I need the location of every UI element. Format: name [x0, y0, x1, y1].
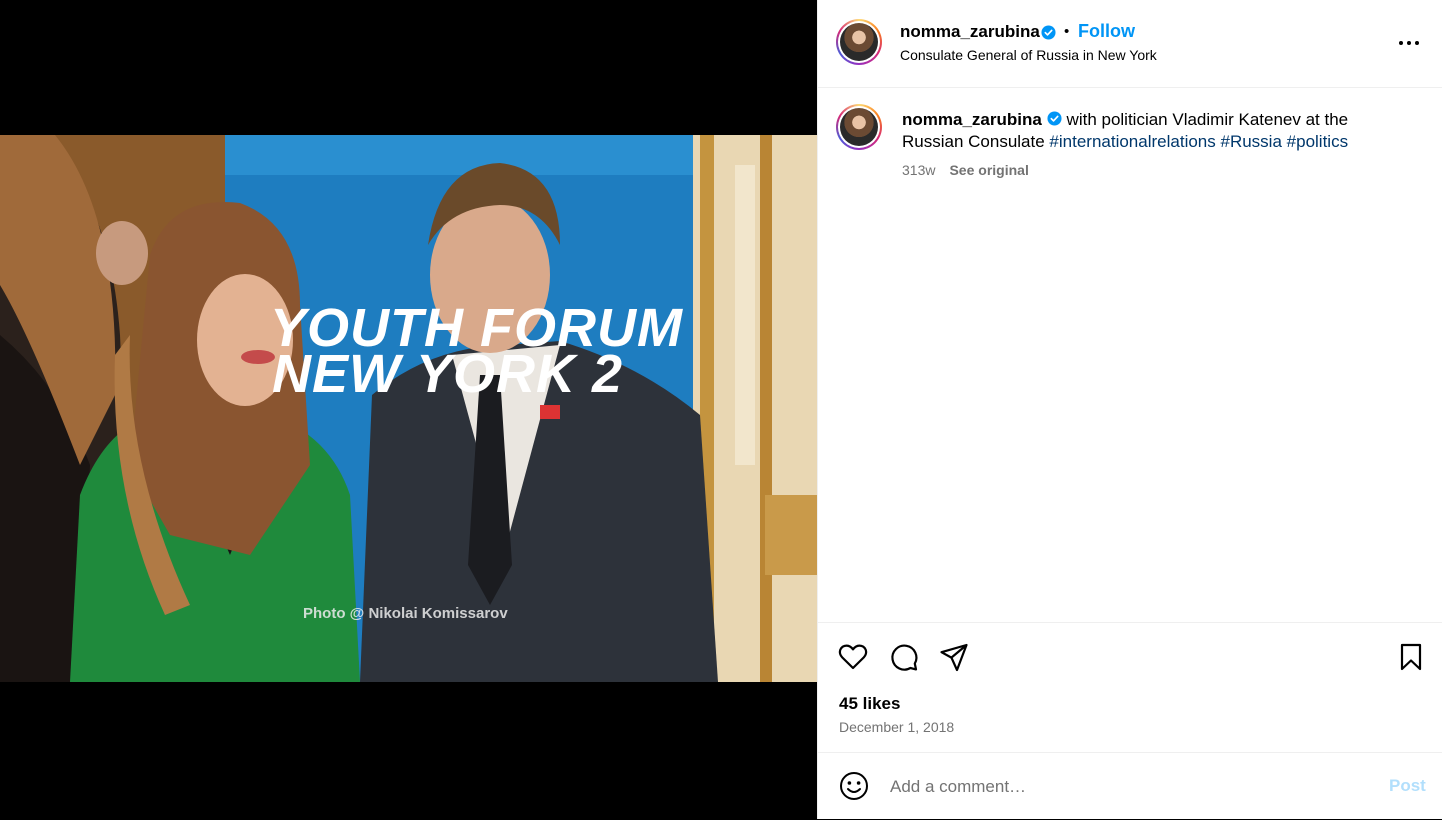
post-photo[interactable]: YOUTH FORUM NEW YORK 2 Photo @ Nikolai K…	[0, 135, 817, 682]
hashtag-link[interactable]: #Russia	[1221, 132, 1282, 151]
post-header: nomma_zarubina • Follow Consulate Genera…	[818, 0, 1442, 88]
header-separator: •	[1064, 23, 1070, 40]
comment-bar: Post	[818, 752, 1442, 820]
avatar-image	[840, 108, 878, 146]
more-options-icon[interactable]	[1396, 30, 1422, 56]
caption-meta: 313w See original	[902, 162, 1029, 178]
comment-input[interactable]	[888, 773, 1362, 801]
see-original-button[interactable]: See original	[949, 162, 1028, 178]
caption-username[interactable]: nomma_zarubina	[902, 110, 1042, 129]
follow-button[interactable]: Follow	[1078, 21, 1135, 42]
bookmark-icon[interactable]	[1395, 641, 1427, 673]
heart-icon[interactable]	[837, 641, 869, 673]
hashtag-link[interactable]: #internationalrelations	[1049, 132, 1215, 151]
post-caption: nomma_zarubina with politician Vladimir …	[902, 109, 1402, 153]
author-username[interactable]: nomma_zarubina	[900, 22, 1040, 42]
post-date[interactable]: December 1, 2018	[839, 719, 954, 735]
likes-count[interactable]: 45 likes	[839, 694, 900, 714]
post-actions: 45 likes December 1, 2018	[818, 622, 1442, 753]
post-age[interactable]: 313w	[902, 162, 935, 178]
comment-icon[interactable]	[888, 641, 920, 673]
post-media[interactable]: YOUTH FORUM NEW YORK 2 Photo @ Nikolai K…	[0, 0, 817, 819]
post-viewer: YOUTH FORUM NEW YORK 2 Photo @ Nikolai K…	[0, 0, 1442, 819]
hashtag-link[interactable]: #politics	[1287, 132, 1348, 151]
photo-credit: Photo @ Nikolai Komissarov	[303, 605, 508, 622]
verified-badge-icon	[1041, 25, 1056, 40]
post-details-panel: nomma_zarubina • Follow Consulate Genera…	[817, 0, 1442, 819]
photo-scene	[0, 135, 817, 682]
share-icon[interactable]	[938, 641, 970, 673]
post-comment-button[interactable]: Post	[1389, 776, 1426, 796]
emoji-icon[interactable]	[838, 770, 870, 802]
avatar-image	[840, 23, 878, 61]
banner-line-2: NEW YORK 2	[272, 344, 624, 404]
verified-badge-icon	[1047, 111, 1062, 126]
caption-avatar[interactable]	[836, 104, 882, 150]
post-location[interactable]: Consulate General of Russia in New York	[900, 47, 1157, 63]
author-avatar[interactable]	[836, 19, 882, 65]
